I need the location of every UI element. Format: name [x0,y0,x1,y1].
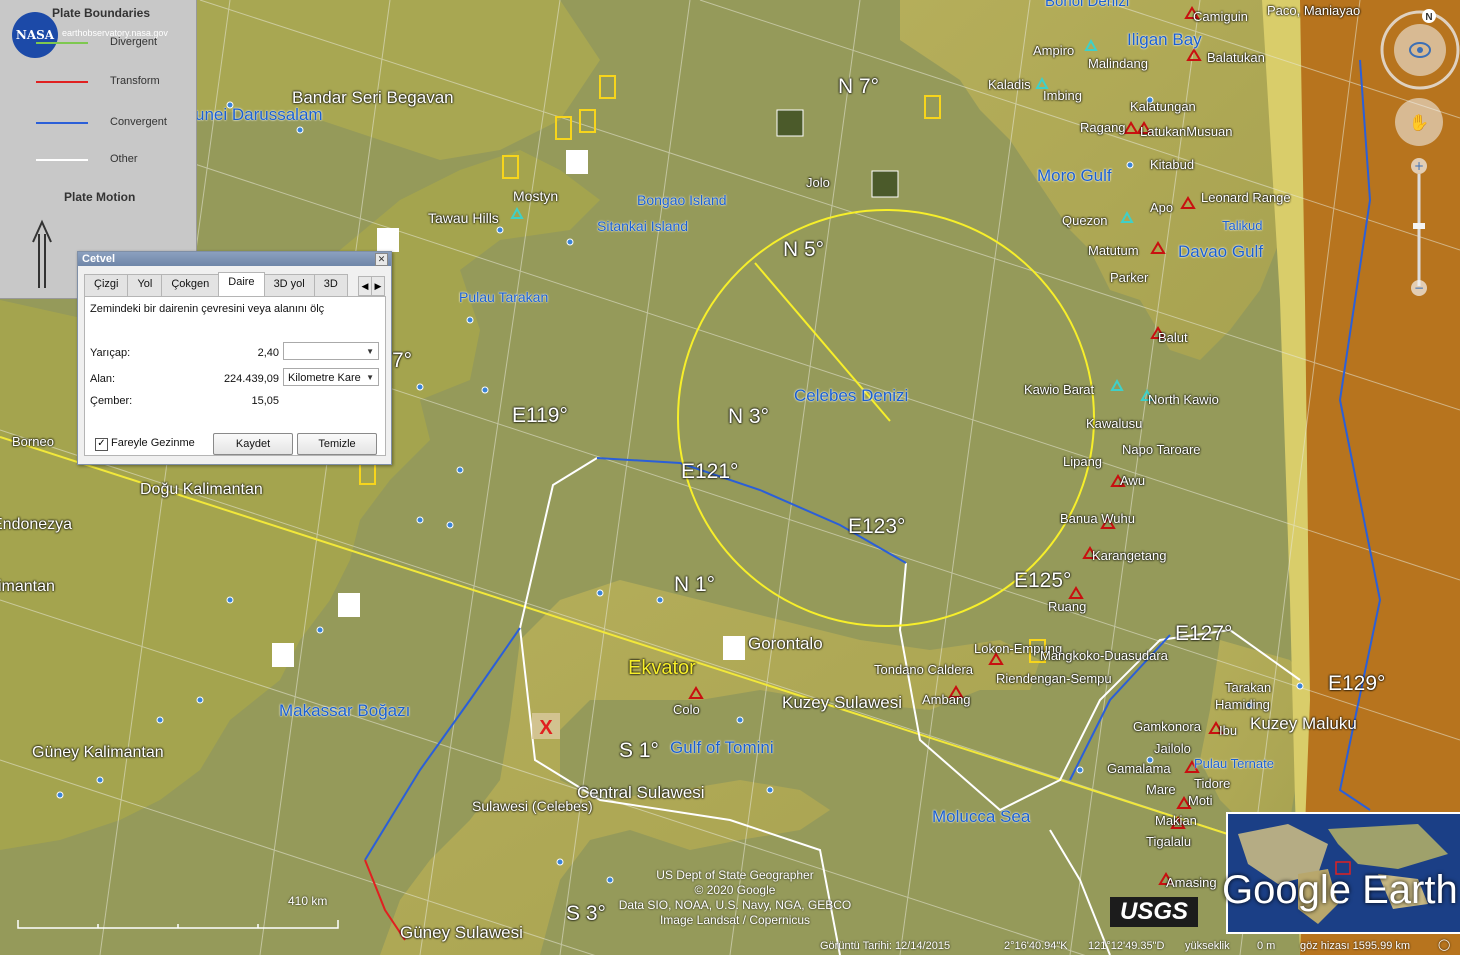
legend-transform-label: Transform [110,75,160,87]
ruler-dialog: Cetvel ✕ Çizgi Yol Çokgen Daire 3D yol 3D… [77,251,392,465]
area-unit-value: Kilometre Kare [288,372,361,384]
ruler-titlebar[interactable]: Cetvel ✕ [78,252,391,266]
tab-polygon[interactable]: Çokgen [161,274,220,296]
longitude-readout: 121°12'49.35"D [1088,940,1165,952]
ruler-circle-panel: Zemindeki bir dairenin çevresini veya al… [84,296,386,456]
transform-line-swatch [36,81,88,83]
radius-label: Yarıçap: [90,347,131,359]
tab-path[interactable]: Yol [127,274,163,296]
legend-convergent-label: Convergent [110,116,167,128]
close-icon[interactable]: ✕ [375,253,388,266]
photo-marker[interactable] [871,170,899,198]
divergent-line-swatch [36,42,88,44]
tab-3d-polygon[interactable]: 3D [313,274,348,296]
svg-text:N: N [1425,12,1432,23]
legend-other-label: Other [110,153,138,165]
mouse-navigation-checkbox[interactable]: ✓ [95,438,108,451]
circumference-label: Çember: [90,395,133,407]
elevation-label: yükseklik [1185,940,1230,952]
save-button[interactable]: Kaydet [213,433,293,455]
status-bar: Görüntü Tarihi: 12/14/2015 2°16'40.94"K … [0,938,1460,955]
svg-text:X: X [539,717,553,739]
photo-marker[interactable] [776,109,804,137]
chevron-down-icon: ▼ [366,373,374,382]
streaming-icon: ◯ [1438,939,1451,951]
other-line-swatch [36,159,88,161]
radius-value: 2,40 [257,347,279,359]
tab-circle[interactable]: Daire [218,272,265,296]
credit-line: Image Landsat / Copernicus [659,913,811,927]
ruler-tabs: Çizgi Yol Çokgen Daire 3D yol 3D [84,272,348,296]
google-earth-logo: Google Earth [1222,868,1458,912]
credit-line: © 2020 Google [694,883,776,897]
svg-text:+: + [1414,159,1424,173]
tab-scroll-right-icon[interactable]: ▶ [371,276,385,296]
navigation-controls: N ✋ + − [1380,9,1460,296]
plate-motion-arrow-icon [32,219,52,288]
ruler-description: Zemindeki bir dairenin çevresini veya al… [90,303,325,315]
map-credits: US Dept of State Geographer © 2020 Googl… [600,868,870,928]
elevation-value: 0 m [1257,940,1276,952]
credit-line: Data SIO, NOAA, U.S. Navy, NGA, GEBCO [618,898,852,912]
legend-title: Plate Boundaries [52,6,151,20]
tab-line[interactable]: Çizgi [84,274,129,296]
area-label: Alan: [90,373,116,385]
svg-text:✋: ✋ [1409,113,1429,132]
svg-text:−: − [1414,281,1424,295]
chevron-down-icon: ▼ [366,347,374,356]
tab-3d-path[interactable]: 3D yol [263,274,315,296]
scale-label-wrap: 410 km [16,894,336,928]
area-value: 224.439,09 [223,373,279,385]
credit-line: US Dept of State Geographer [656,868,814,882]
circumference-value: 15,05 [251,395,279,407]
north-icon[interactable]: N [1422,9,1436,23]
move-joystick-icon[interactable]: ✋ [1395,98,1443,146]
clear-button[interactable]: Temizle [297,433,377,455]
usgs-logo: USGS [1110,897,1198,927]
imagery-date: Görüntü Tarihi: 12/14/2015 [820,940,951,952]
zoom-slider[interactable]: + − [1411,158,1427,296]
radius-unit-select[interactable]: ▼ [283,342,379,360]
ruler-title: Cetvel [82,253,116,265]
area-unit-select[interactable]: Kilometre Kare ▼ [283,368,379,386]
x-marker[interactable]: X [532,713,560,739]
latitude-readout: 2°16'40.94"K [1004,940,1068,952]
look-joystick-icon[interactable] [1394,24,1446,76]
eye-altitude: göz hizası 1595.99 km [1300,940,1411,952]
scale-label: 410 km [288,894,328,908]
tab-scroll-left-icon[interactable]: ◀ [358,276,372,296]
convergent-line-swatch [36,122,88,124]
legend-plate-motion-title: Plate Motion [64,190,136,204]
mouse-navigation-label: Fareyle Gezinme [111,437,195,449]
legend-divergent-label: Divergent [110,36,158,48]
